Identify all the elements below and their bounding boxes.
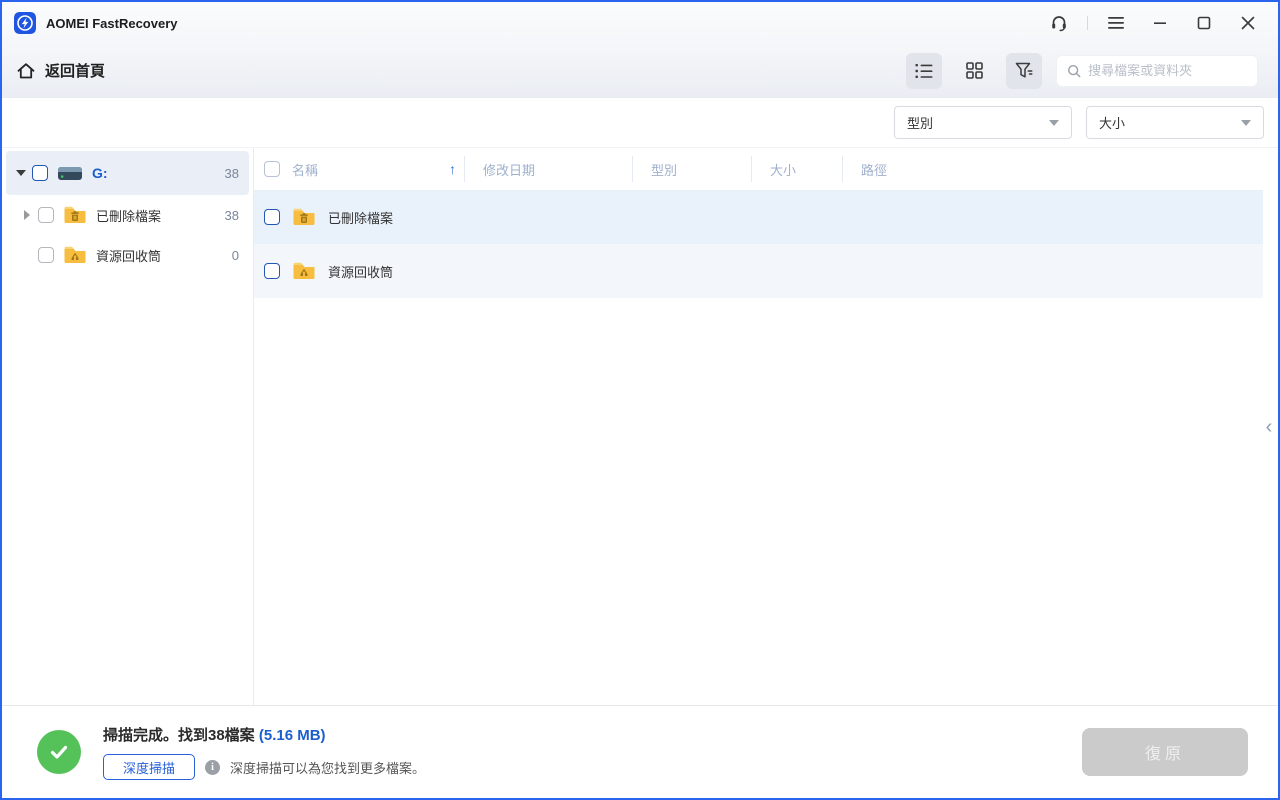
sort-ascending-icon[interactable]: ↑	[449, 161, 456, 177]
restore-button[interactable]: 復原	[1082, 728, 1248, 776]
tree-item-label: 已刪除檔案	[96, 208, 162, 224]
column-label: 路徑	[861, 162, 888, 178]
folder-recycle-icon	[63, 245, 87, 265]
footer: 掃描完成。找到38檔案 (5.16 MB) 深度掃描 i 深度掃描可以為您找到更…	[2, 705, 1278, 798]
column-label: 名稱	[292, 162, 319, 178]
column-header-name[interactable]: 名稱 ↑	[254, 160, 464, 179]
deep-scan-hint: 深度掃描可以為您找到更多檔案。	[230, 760, 426, 776]
select-all-checkbox[interactable]	[264, 161, 280, 177]
filter-funnel-icon	[1015, 62, 1032, 78]
column-label: 修改日期	[483, 162, 536, 178]
collapse-panel-chevron-icon[interactable]: ‹	[1262, 417, 1276, 437]
row-name-label: 已刪除檔案	[328, 210, 394, 226]
scan-status-size: (5.16 MB)	[258, 727, 326, 744]
app-title: AOMEI FastRecovery	[46, 15, 178, 31]
toolbar-right	[906, 52, 1258, 89]
list-view-button[interactable]	[906, 52, 942, 89]
filter-row: 型別 大小	[2, 98, 1278, 148]
cell-name: 已刪除檔案	[254, 207, 393, 227]
drive-icon	[57, 165, 83, 182]
sidebar-tree: G: 38 已刪除檔案 38 資源回收筒 0	[2, 148, 254, 705]
list-view-icon	[915, 63, 933, 78]
app-logo-icon	[14, 12, 36, 34]
close-button[interactable]	[1228, 8, 1268, 38]
table-row[interactable]: 資源回收筒	[254, 244, 1263, 298]
scan-complete-check-icon	[37, 730, 81, 774]
maximize-button[interactable]	[1184, 8, 1224, 38]
tree-item-drive-g[interactable]: G: 38	[6, 151, 249, 195]
app-window: AOMEI FastRecovery 返回首頁 搜尋檔案或資料夾 型別 大小 G…	[0, 0, 1280, 800]
row-checkbox[interactable]	[264, 209, 280, 225]
column-header-path[interactable]: 路徑	[843, 160, 1278, 179]
size-filter-value: 大小	[1099, 116, 1126, 131]
menu-hamburger-icon[interactable]	[1096, 8, 1136, 38]
recycle-bin-checkbox[interactable]	[38, 247, 54, 263]
search-icon	[1068, 64, 1081, 77]
drive-label: G:	[92, 165, 108, 181]
column-header-date[interactable]: 修改日期	[465, 160, 632, 179]
row-name-label: 資源回收筒	[328, 264, 394, 280]
tree-item-count: 38	[224, 207, 239, 223]
tree-item-recycle-bin[interactable]: 資源回收筒 0	[2, 235, 253, 275]
grid-view-icon	[965, 62, 983, 79]
deep-scan-button[interactable]: 深度掃描	[103, 754, 195, 780]
toolbar: 返回首頁	[2, 44, 1278, 97]
drive-count: 38	[224, 165, 239, 181]
cell-name: 資源回收筒	[254, 261, 393, 281]
table-header: 名稱 ↑ 修改日期 型別 大小 路徑	[254, 148, 1278, 190]
expander-closed-icon[interactable]	[24, 210, 30, 220]
deleted-files-checkbox[interactable]	[38, 207, 54, 223]
home-icon	[17, 62, 35, 78]
column-label: 型別	[651, 162, 678, 178]
size-filter-select[interactable]: 大小	[1086, 106, 1264, 139]
scan-status-main: 掃描完成。找到38檔案	[103, 727, 259, 744]
status-line2: 深度掃描 i 深度掃描可以為您找到更多檔案。	[103, 754, 425, 780]
row-checkbox[interactable]	[264, 263, 280, 279]
chevron-down-icon	[1241, 119, 1251, 126]
header: AOMEI FastRecovery 返回首頁 搜尋檔案或資料夾	[2, 2, 1278, 98]
table-row[interactable]: 已刪除檔案	[254, 190, 1263, 244]
results-table: 名稱 ↑ 修改日期 型別 大小 路徑 已刪除檔案 資源回收筒	[254, 148, 1278, 705]
column-header-type[interactable]: 型別	[633, 160, 751, 179]
status-block: 掃描完成。找到38檔案 (5.16 MB) 深度掃描 i 深度掃描可以為您找到更…	[103, 724, 425, 780]
tree-item-count: 0	[231, 247, 239, 263]
scan-status-text: 掃描完成。找到38檔案 (5.16 MB)	[103, 724, 425, 745]
content: G: 38 已刪除檔案 38 資源回收筒 0 名稱 ↑ 修改日期 型別 大小 路…	[2, 148, 1278, 705]
tree-item-label: 資源回收筒	[96, 248, 162, 264]
folder-trash-icon	[292, 207, 316, 227]
search-input[interactable]	[1088, 63, 1247, 78]
type-filter-value: 型別	[907, 116, 934, 131]
grid-view-button[interactable]	[956, 53, 992, 89]
search-box	[1056, 54, 1258, 87]
folder-recycle-icon	[292, 261, 316, 281]
column-header-size[interactable]: 大小	[752, 160, 842, 179]
drive-checkbox[interactable]	[32, 165, 48, 181]
type-filter-select[interactable]: 型別	[894, 106, 1072, 139]
info-icon: i	[205, 759, 220, 775]
titlebar: AOMEI FastRecovery	[2, 2, 1278, 44]
back-home-button[interactable]: 返回首頁	[16, 60, 105, 81]
titlebar-divider	[1087, 16, 1088, 30]
back-home-label: 返回首頁	[45, 63, 106, 80]
expander-open-icon[interactable]	[16, 170, 26, 176]
minimize-button[interactable]	[1140, 8, 1180, 38]
folder-trash-icon	[63, 205, 87, 225]
titlebar-controls	[1039, 8, 1268, 38]
chevron-down-icon	[1049, 119, 1059, 126]
support-headset-icon[interactable]	[1039, 8, 1079, 38]
tree-item-deleted-files[interactable]: 已刪除檔案 38	[2, 195, 253, 235]
filter-button[interactable]	[1006, 52, 1042, 89]
column-label: 大小	[770, 162, 797, 178]
